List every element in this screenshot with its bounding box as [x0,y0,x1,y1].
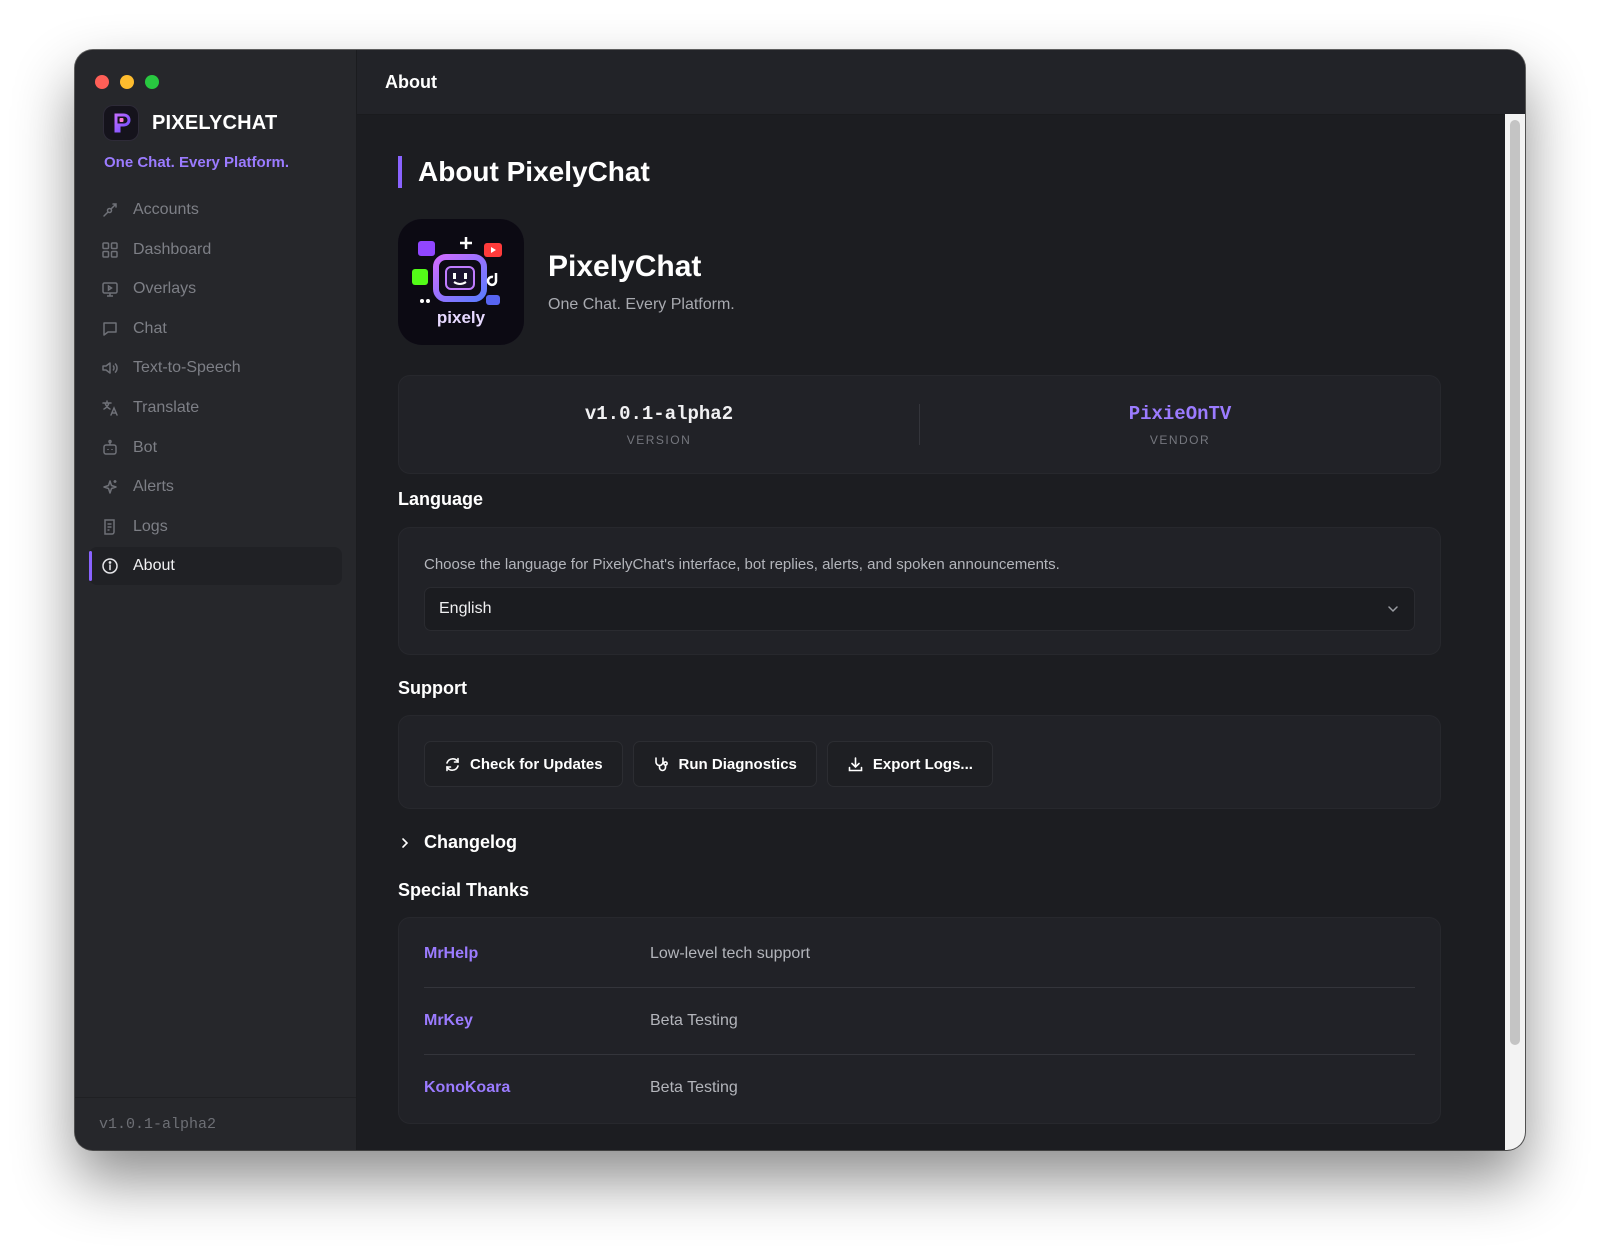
thanks-role: Low-level tech support [650,945,811,962]
thanks-name[interactable]: MrHelp [424,945,650,963]
sidebar-item-alerts[interactable]: Alerts [89,468,342,506]
sidebar-item-label: Overlays [133,280,197,298]
special-thanks-card: MrHelp Low-level tech support MrKey Beta… [398,917,1441,1124]
sidebar-item-label: Bot [133,438,158,456]
chevron-down-icon [1388,606,1398,613]
info-icon [102,558,118,575]
overlays-icon [102,282,118,297]
app-identity: PixelyChat One Chat. Every Platform. [548,250,735,314]
page-title: About PixelyChat [398,156,650,188]
thanks-row: KonoKoara Beta Testing [424,1055,1415,1121]
content-area: About PixelyChat pixely PixelyChat One C… [357,114,1505,1150]
sidebar-item-label: Translate [133,398,200,416]
button-label: Run Diagnostics [678,755,797,773]
sidebar-nav: Accounts Dashboard Overlays Chat Text-to… [89,191,342,587]
sidebar-item-about[interactable]: About [89,547,342,586]
sidebar-item-bot[interactable]: Bot [89,429,342,467]
sidebar-item-label: About [133,557,175,575]
support-heading: Support [398,678,467,698]
sidebar-item-translate[interactable]: Translate [89,389,342,427]
brand: PIXELYCHAT [104,106,277,140]
thanks-role: Beta Testing [650,1079,738,1096]
accounts-icon [103,203,117,217]
sidebar-item-text-to-speech[interactable]: Text-to-Speech [89,349,342,387]
button-label: Check for Updates [470,755,603,773]
language-card: Choose the language for PixelyChat's int… [398,527,1441,655]
support-actions: Check for Updates Run Diagnostics Export… [424,741,993,787]
translate-icon [102,400,118,416]
thanks-name[interactable]: MrKey [424,1012,650,1030]
chevron-right-icon [402,837,409,848]
app-header: pixely PixelyChat One Chat. Every Platfo… [398,219,735,345]
sparkle-icon [103,480,117,494]
close-window-button[interactable] [95,75,109,89]
sidebar-item-accounts[interactable]: Accounts [89,191,342,229]
language-selected-value: English [439,600,492,617]
minimize-window-button[interactable] [120,75,134,89]
sidebar-version: v1.0.1-alpha2 [75,1097,356,1150]
app-name: PixelyChat [548,250,702,283]
button-label: Export Logs... [872,755,973,773]
vertical-scrollbar[interactable] [1505,114,1525,1150]
changelog-label: Changelog [424,832,517,852]
sidebar-item-label: Alerts [133,478,174,496]
thanks-role: Beta Testing [650,1012,738,1029]
app-window: PIXELYCHAT One Chat. Every Platform. Acc… [75,50,1525,1150]
vendor-label: VENDOR [1149,432,1211,447]
sidebar-item-label: Text-to-Speech [133,359,241,377]
bot-icon [103,439,117,455]
version-block: v1.0.1-alpha2 VERSION [399,376,919,473]
sidebar-item-label: Dashboard [133,240,212,258]
sidebar: PIXELYCHAT One Chat. Every Platform. Acc… [75,50,357,1150]
main-panel: About About PixelyChat pixely PixelyChat… [357,50,1525,1150]
changelog-toggle[interactable]: Changelog [398,832,517,853]
version-label: VERSION [626,432,692,447]
app-logo-wordmark: pixely [437,308,486,327]
vendor-link[interactable]: PixieOnTV [1129,403,1232,425]
version-value: v1.0.1-alpha2 [584,402,734,425]
run-diagnostics-button[interactable]: Run Diagnostics [632,741,817,787]
app-subtitle: One Chat. Every Platform. [548,296,735,313]
check-for-updates-button[interactable]: Check for Updates [424,741,623,787]
logs-icon [104,519,115,535]
dashboard-icon [102,241,118,258]
language-heading: Language [398,489,484,509]
support-card: Check for Updates Run Diagnostics Export… [398,715,1441,809]
thanks-name[interactable]: KonoKoara [424,1079,650,1097]
sidebar-item-label: Logs [133,517,168,535]
thanks-row: MrHelp Low-level tech support [424,921,1415,987]
vendor-block: PixieOnTV VENDOR [920,376,1440,473]
stethoscope-icon [654,756,668,771]
refresh-icon [446,757,459,771]
chat-icon [103,322,117,336]
brand-tagline: One Chat. Every Platform. [104,154,290,171]
export-logs-button[interactable]: Export Logs... [826,741,993,787]
speaker-icon [102,362,118,375]
app-logo-icon: pixely [398,219,524,345]
sidebar-item-dashboard[interactable]: Dashboard [89,231,342,269]
sidebar-item-label: Accounts [133,201,199,218]
sidebar-item-chat[interactable]: Chat [89,310,342,348]
sidebar-item-overlays[interactable]: Overlays [89,270,342,308]
download-icon [848,756,863,771]
sidebar-item-label: Chat [133,319,167,337]
thanks-row: MrKey Beta Testing [424,988,1415,1054]
sidebar-item-logs[interactable]: Logs [89,508,342,546]
maximize-window-button[interactable] [145,75,159,89]
brand-logo-icon [104,106,138,140]
version-vendor-card: v1.0.1-alpha2 VERSION PixieOnTV VENDOR [398,375,1441,474]
language-select[interactable]: English [424,587,1415,631]
scrollbar-thumb[interactable] [1510,120,1520,1045]
special-thanks-heading: Special Thanks [398,880,530,900]
window-title: About [357,50,1525,115]
window-controls [95,75,159,89]
language-description: Choose the language for PixelyChat's int… [424,556,1060,573]
brand-name: PIXELYCHAT [152,111,278,134]
